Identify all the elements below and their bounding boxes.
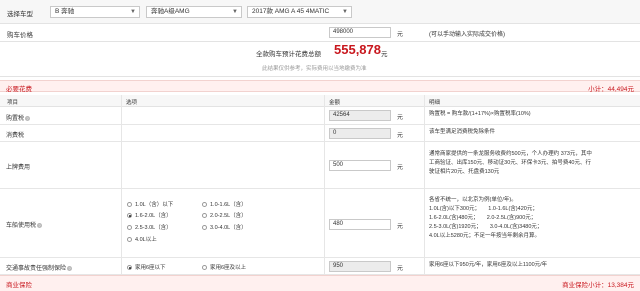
vehicle-tax-detail: 各省不统一，以北京为例(单位/年)。 1.0L(含)以下300元； 1.0-1.… xyxy=(429,197,543,239)
model-select[interactable]: 2017款 AMG A 45 4MATIC ▼ xyxy=(247,6,352,18)
radio-option-selected[interactable]: 1.6-2.0L（含） xyxy=(127,211,172,219)
table-row: 车船使用税? 1.0L（含）以下 1.0-1.6L（含） 1.6-2.0L（含）… xyxy=(0,189,640,258)
radio-option[interactable]: 4.0L以上 xyxy=(127,235,157,243)
price-row: 购车价格 498000 元 (可以手动输入实际成交价格) xyxy=(0,24,640,42)
row-name-consumption-tax: 消费税 xyxy=(6,133,25,139)
total-unit: 元 xyxy=(381,51,388,58)
help-icon[interactable]: ? xyxy=(37,222,43,228)
section-insurance-subtotal: 商业保险小计：13,384元 xyxy=(562,282,634,289)
radio-option[interactable]: 1.0-1.6L（含） xyxy=(202,200,247,208)
radio-checked-icon xyxy=(127,265,132,270)
section-required-title: 必要花费 xyxy=(6,86,32,93)
total-amount: 555,878 xyxy=(334,42,381,57)
amount-unit: 元 xyxy=(397,266,404,272)
brand-select[interactable]: B 奔驰 ▼ xyxy=(50,6,140,18)
purchase-tax-amount: 42564 xyxy=(329,110,391,121)
registration-amount-input[interactable]: 500 xyxy=(329,160,391,171)
chevron-down-icon: ▼ xyxy=(342,9,348,15)
row-name-compulsory-insurance: 交通事故责任强制保险 xyxy=(6,266,67,272)
purchase-tax-detail: 购置税 = 购车款/(1+17%)×购置税率(10%) xyxy=(429,111,531,117)
radio-icon xyxy=(202,265,207,270)
radio-icon xyxy=(127,225,132,230)
radio-icon xyxy=(202,202,207,207)
radio-option[interactable]: 2.5-3.0L（含） xyxy=(127,223,172,231)
amount-unit: 元 xyxy=(397,224,404,230)
radio-icon xyxy=(202,213,207,218)
help-icon[interactable]: ? xyxy=(67,265,73,271)
section-required-header: 必要花费 小计：44,494元 xyxy=(0,80,640,93)
compulsory-insurance-amount: 950 xyxy=(329,261,391,272)
column-header-item: 项目 xyxy=(7,100,19,106)
radio-option[interactable]: 1.0L（含）以下 xyxy=(127,200,173,208)
radio-icon xyxy=(127,237,132,242)
amount-unit: 元 xyxy=(397,165,404,171)
table-row: 交通事故责任强制保险? 家用6座以下 家用6座及以上 950 元 家用6座以下9… xyxy=(0,258,640,275)
car-selector-label: 选择车型 xyxy=(7,11,33,18)
help-icon[interactable]: ? xyxy=(25,115,31,121)
table-row: 购置税? 42564 元 购置税 = 购车款/(1+17%)×购置税率(10%) xyxy=(0,107,640,125)
radio-option-selected[interactable]: 家用6座以下 xyxy=(127,263,166,271)
row-name-registration: 上牌费用 xyxy=(6,165,31,171)
total-label: 全款购车预计花费总额 xyxy=(256,51,321,58)
table-row: 上牌费用 500 元 通常商家提供的一条龙服务收费约500元，个人办理约 373… xyxy=(0,142,640,189)
radio-icon xyxy=(202,225,207,230)
radio-option[interactable]: 3.0-4.0L（含） xyxy=(202,223,247,231)
radio-option[interactable]: 2.0-2.5L（含） xyxy=(202,211,247,219)
chevron-down-icon: ▼ xyxy=(232,9,238,15)
price-hint: (可以手动输入实际成交价格) xyxy=(429,32,505,38)
chevron-down-icon: ▼ xyxy=(130,9,136,15)
radio-option[interactable]: 家用6座及以上 xyxy=(202,263,246,271)
series-select[interactable]: 奔驰A级AMG ▼ xyxy=(146,6,242,18)
radio-icon xyxy=(127,202,132,207)
amount-unit: 元 xyxy=(397,133,404,139)
column-header-detail: 明细 xyxy=(429,100,441,106)
consumption-tax-amount: 0 xyxy=(329,128,391,139)
price-unit: 元 xyxy=(397,32,404,38)
table-row: 消费税 0 元 该车型满足消费税免除条件 xyxy=(0,125,640,142)
consumption-tax-detail: 该车型满足消费税免除条件 xyxy=(429,129,496,135)
row-name-vehicle-tax: 车船使用税 xyxy=(6,223,37,229)
row-name-purchase-tax: 购置税 xyxy=(6,116,25,122)
amount-unit: 元 xyxy=(397,115,404,121)
compulsory-insurance-detail: 家用6座以下950元/年，家用6座及以上1100元/年 xyxy=(429,262,548,268)
total-summary: 全款购车预计花费总额 555,878 元 此结果仅供参考，实际费用以当地缴费为准 xyxy=(0,42,640,77)
table-header: 项目 选项 金额 明细 xyxy=(0,95,640,107)
car-selector-bar: 选择车型 B 奔驰 ▼ 奔驰A级AMG ▼ 2017款 AMG A 45 4MA… xyxy=(0,0,640,24)
price-label: 购车价格 xyxy=(7,32,33,39)
section-required-subtotal: 小计：44,494元 xyxy=(588,86,634,93)
radio-checked-icon xyxy=(127,213,132,218)
total-note: 此结果仅供参考，实际费用以当地缴费为准 xyxy=(262,66,367,72)
price-input[interactable]: 498000 xyxy=(329,27,391,38)
column-header-option: 选项 xyxy=(126,100,138,106)
section-insurance-title: 商业保险 xyxy=(6,282,32,289)
section-insurance-header: 商业保险 商业保险小计：13,384元 xyxy=(0,275,640,291)
column-header-amount: 金额 xyxy=(329,100,341,106)
vehicle-tax-amount-input[interactable]: 480 xyxy=(329,219,391,230)
registration-detail: 通常商家提供的一条龙服务收费约500元，个人办理约 373元，其中 工商验证、出… xyxy=(429,151,592,175)
